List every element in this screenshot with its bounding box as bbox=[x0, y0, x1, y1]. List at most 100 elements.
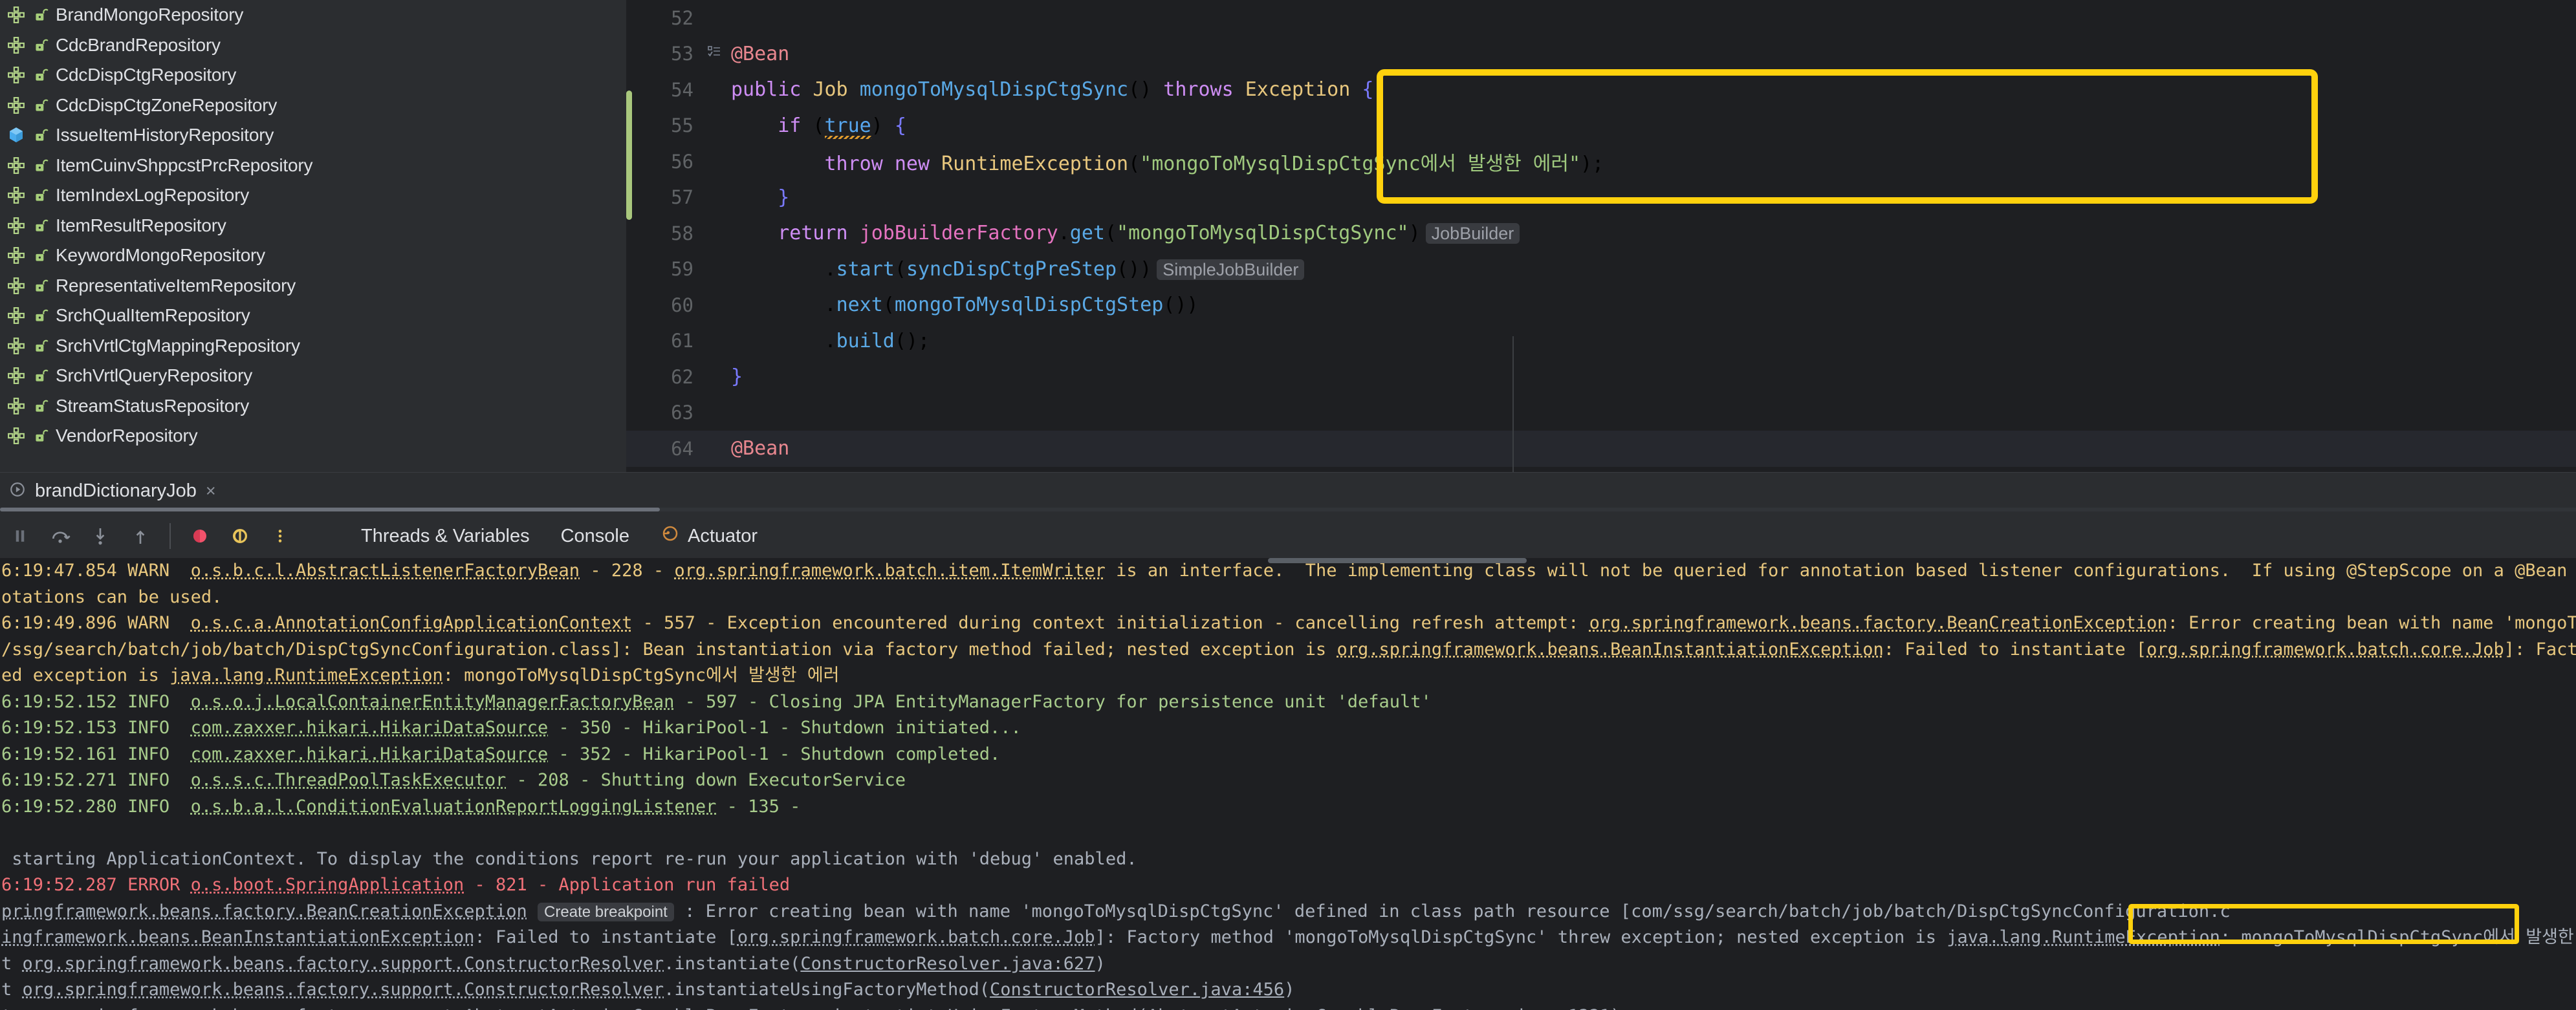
unlock-icon bbox=[32, 97, 49, 114]
code-line-65[interactable]: 65@JobScope bbox=[626, 467, 2576, 473]
run-gutter-icon[interactable] bbox=[697, 44, 731, 63]
code-text: if (true) { bbox=[778, 114, 906, 137]
code-editor[interactable]: 52 53 @Bean 54 public Job mongoToMysqlDispCt… bbox=[626, 0, 2576, 472]
project-tree-sidebar[interactable]: BrandMongoRepository CdcBrandRepository … bbox=[0, 0, 626, 472]
close-icon[interactable]: × bbox=[206, 481, 216, 501]
tree-item-issueitemhistoryrepository[interactable]: IssueItemHistoryRepository bbox=[0, 120, 626, 151]
console-line: t org.springframework.beans.factory.supp… bbox=[1, 980, 1295, 1000]
console-line: 6:19:52.280 INFO o.s.b.a.l.ConditionEval… bbox=[1, 796, 801, 817]
unlock-icon bbox=[32, 338, 49, 354]
debugger-toolbar[interactable]: Threads & Variables Console Actuator bbox=[0, 514, 2576, 558]
code-line-64[interactable]: 64 @Bean bbox=[626, 431, 2576, 467]
code-line-61[interactable]: 61 .build(); bbox=[626, 323, 2576, 360]
tree-item-itemcuinvshppcstprcrepository[interactable]: ItemCuinvShppcstPrcRepository bbox=[0, 151, 626, 181]
console-line: ingframework.beans.BeanInstantiationExce… bbox=[1, 927, 2574, 947]
tree-item-label: SrchQualItemRepository bbox=[56, 305, 250, 326]
editor-area: BrandMongoRepository CdcBrandRepository … bbox=[0, 0, 2576, 472]
interface-icon bbox=[6, 65, 26, 85]
code-line-63[interactable]: 63 bbox=[626, 395, 2576, 431]
console-line: otations can be used. bbox=[1, 586, 223, 607]
code-line-59[interactable]: 59 .start(syncDispCtgPreStep()) SimpleJob… bbox=[626, 252, 2576, 288]
unlock-icon bbox=[32, 217, 49, 234]
unlock-icon bbox=[32, 427, 49, 444]
editor-horizontal-scrollbar-track[interactable] bbox=[0, 508, 2576, 511]
tree-item-vendorrepository[interactable]: VendorRepository bbox=[0, 421, 626, 451]
interface-icon bbox=[6, 186, 26, 205]
line-number: 61 bbox=[671, 330, 693, 352]
tree-item-representativeitemrepository[interactable]: RepresentativeItemRepository bbox=[0, 271, 626, 301]
tree-item-label: KeywordMongoRepository bbox=[56, 245, 265, 266]
view-breakpoints-icon[interactable] bbox=[220, 516, 260, 556]
unlock-icon bbox=[32, 367, 49, 384]
tree-item-srchqualitemrepository[interactable]: SrchQualItemRepository bbox=[0, 301, 626, 331]
tree-item-itemindexlogrepository[interactable]: ItemIndexLogRepository bbox=[0, 180, 626, 211]
code-line-55[interactable]: 55 if (true) { bbox=[626, 108, 2576, 144]
tree-item-label: SrchVrtlCtgMappingRepository bbox=[56, 335, 300, 356]
tab-actuator-label: Actuator bbox=[688, 525, 758, 546]
code-lines[interactable]: 52 53 @Bean 54 public Job mongoToMysqlDispCt… bbox=[626, 0, 2576, 472]
tree-item-streamstatusrepository[interactable]: StreamStatusRepository bbox=[0, 391, 626, 422]
code-line-57[interactable]: 57 } bbox=[626, 180, 2576, 216]
interface-icon bbox=[6, 96, 26, 115]
unlock-icon bbox=[32, 187, 49, 204]
interface-icon bbox=[6, 306, 26, 325]
code-text: } bbox=[778, 186, 790, 209]
console-line: 6:19:52.161 INFO com.zaxxer.hikari.Hikar… bbox=[1, 744, 1001, 764]
tree-item-keywordmongorepository[interactable]: KeywordMongoRepository bbox=[0, 241, 626, 271]
line-number: 54 bbox=[671, 78, 693, 101]
editor-horizontal-scrollbar-thumb[interactable] bbox=[0, 508, 660, 511]
code-line-56[interactable]: 56 throw new RuntimeException("mongoToMy… bbox=[626, 144, 2576, 180]
tree-item-srchvrtlctgmappingrepository[interactable]: SrchVrtlCtgMappingRepository bbox=[0, 331, 626, 361]
interface-icon bbox=[6, 216, 26, 235]
step-over-icon[interactable] bbox=[40, 516, 80, 556]
console-line: starting ApplicationContext. To display … bbox=[1, 848, 1137, 869]
interface-icon bbox=[6, 426, 26, 446]
code-text: .start(syncDispCtgPreStep()) SimpleJobBui… bbox=[731, 258, 2576, 281]
unlock-icon bbox=[32, 277, 49, 294]
code-text: .build(); bbox=[731, 329, 930, 352]
tree-item-itemresultrepository[interactable]: ItemResultRepository bbox=[0, 211, 626, 241]
tree-item-label: BrandMongoRepository bbox=[56, 5, 244, 25]
unlock-icon bbox=[32, 67, 49, 83]
step-into-icon[interactable] bbox=[80, 516, 120, 556]
step-out-icon[interactable] bbox=[120, 516, 160, 556]
interface-icon bbox=[6, 276, 26, 295]
tree-item-label: VendorRepository bbox=[56, 425, 198, 446]
unlock-icon bbox=[32, 37, 49, 54]
code-line-58[interactable]: 58 return jobBuilderFactory.get("mongoTo… bbox=[626, 215, 2576, 252]
console-output[interactable]: 6:19:47.854 WARN o.s.b.c.l.AbstractListe… bbox=[0, 558, 2576, 1010]
code-line-52[interactable]: 52 bbox=[626, 0, 2576, 36]
project-tree[interactable]: BrandMongoRepository CdcBrandRepository … bbox=[0, 0, 626, 451]
mute-breakpoints-icon[interactable] bbox=[180, 516, 220, 556]
code-line-54[interactable]: 54 public Job mongoToMysqlDispCtgSync() t… bbox=[626, 72, 2576, 108]
line-number: 62 bbox=[671, 365, 693, 388]
tree-item-cdcdispctgrepository[interactable]: CdcDispCtgRepository bbox=[0, 60, 626, 91]
interface-icon bbox=[6, 366, 26, 385]
line-number: 52 bbox=[671, 6, 693, 29]
pause-icon[interactable] bbox=[0, 516, 40, 556]
code-text: return jobBuilderFactory.get("mongoToMys… bbox=[731, 222, 2576, 244]
tab-console[interactable]: Console bbox=[545, 526, 645, 547]
console-line: 6:19:52.152 INFO o.s.o.j.LocalContainerE… bbox=[1, 691, 1432, 712]
tab-threads-and-variables[interactable]: Threads & Variables bbox=[345, 526, 545, 547]
tree-item-cdcbrandrepository[interactable]: CdcBrandRepository bbox=[0, 30, 626, 61]
console-line: ed exception is java.lang.RuntimeExcepti… bbox=[1, 665, 840, 685]
debug-tab-bar[interactable]: brandDictionaryJob × bbox=[0, 472, 2576, 510]
tree-item-brandmongorepository[interactable]: BrandMongoRepository bbox=[0, 0, 626, 30]
code-text: throw new RuntimeException("mongoToMysql… bbox=[824, 152, 1604, 175]
line-number: 55 bbox=[671, 114, 693, 137]
tab-actuator[interactable]: Actuator bbox=[645, 524, 773, 548]
console-horizontal-scrollbar[interactable] bbox=[1268, 558, 1527, 563]
line-number: 57 bbox=[671, 186, 693, 209]
more-options-icon[interactable] bbox=[260, 516, 300, 556]
create-breakpoint-badge[interactable]: Create breakpoint bbox=[538, 902, 674, 921]
tree-item-cdcdispctgzonerepository[interactable]: CdcDispCtgZoneRepository bbox=[0, 91, 626, 121]
tree-item-srchvrtlqueryrepository[interactable]: SrchVrtlQueryRepository bbox=[0, 361, 626, 391]
interface-icon bbox=[6, 36, 26, 55]
code-line-62[interactable]: 62} bbox=[626, 359, 2576, 395]
run-configuration-tab[interactable]: brandDictionaryJob × bbox=[0, 473, 230, 510]
editor-right-divider bbox=[1512, 336, 1514, 472]
code-line-60[interactable]: 60 .next(mongoToMysqlDispCtgStep()) bbox=[626, 287, 2576, 323]
code-line-53[interactable]: 53 @Bean bbox=[626, 36, 2576, 72]
line-number: 63 bbox=[671, 402, 693, 424]
